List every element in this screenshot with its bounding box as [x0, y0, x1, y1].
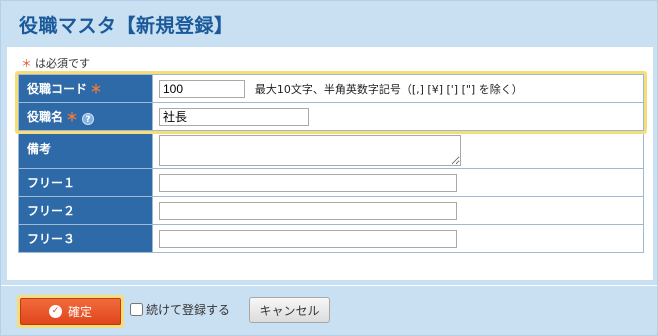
free1-label: フリー１ — [18, 168, 153, 197]
free1-input[interactable] — [159, 173, 457, 192]
code-label: 役職コード＊ — [18, 74, 153, 103]
name-label: 役職名＊? — [18, 102, 153, 131]
row-code: 役職コード＊ 最大10文字、半角英数字記号（[,] [¥] ['] ["] を除… — [18, 74, 644, 103]
form-area: ＊は必須です 役職コード＊ 最大10文字、半角英数字記号（[,] [¥] [']… — [7, 47, 653, 280]
confirm-label: 確定 — [67, 305, 92, 319]
confirm-button[interactable]: ✓ 確定 — [20, 298, 121, 325]
code-input[interactable] — [159, 79, 245, 98]
continue-label: 続けて登録する — [146, 303, 231, 317]
row-free3: フリー３ — [18, 224, 644, 253]
question-icon[interactable]: ? — [82, 113, 95, 125]
free1-cell — [152, 168, 644, 197]
name-cell — [152, 102, 644, 131]
free3-label: フリー３ — [18, 224, 153, 253]
required-mark: ＊ — [21, 57, 32, 70]
name-label-text: 役職名 — [27, 110, 64, 124]
page-title: 役職マスタ【新規登録】 — [19, 15, 234, 37]
check-circle-icon: ✓ — [48, 305, 62, 318]
required-note: ＊は必須です — [21, 55, 90, 71]
cancel-button[interactable]: キャンセル — [249, 297, 330, 323]
name-input[interactable] — [159, 107, 309, 126]
remarks-textarea[interactable] — [159, 134, 461, 166]
free2-cell — [152, 196, 644, 225]
form-table: 役職コード＊ 最大10文字、半角英数字記号（[,] [¥] ['] ["] を除… — [18, 74, 644, 253]
code-hint: 最大10文字、半角英数字記号（[,] [¥] ['] ["] を除く） — [254, 82, 523, 96]
required-note-text: は必須です — [35, 57, 90, 70]
continue-checkbox-label[interactable]: 続けて登録する — [130, 301, 230, 318]
free3-cell — [152, 224, 644, 253]
free2-label: フリー２ — [18, 196, 153, 225]
remarks-cell — [152, 130, 644, 169]
required-mark: ＊ — [66, 110, 79, 124]
remarks-label: 備考 — [18, 130, 153, 169]
continue-checkbox[interactable] — [130, 303, 143, 316]
row-free1: フリー１ — [18, 168, 644, 197]
code-cell: 最大10文字、半角英数字記号（[,] [¥] ['] ["] を除く） — [152, 74, 644, 103]
code-label-text: 役職コード — [27, 82, 88, 96]
free2-input[interactable] — [159, 201, 457, 220]
free3-input[interactable] — [159, 229, 457, 248]
cancel-label: キャンセル — [259, 303, 320, 318]
page-panel: 役職マスタ【新規登録】 ＊は必須です 役職コード＊ 最大10文字、半角英数字記号… — [0, 0, 658, 336]
row-free2: フリー２ — [18, 196, 644, 225]
confirm-button-highlight: ✓ 確定 — [17, 295, 124, 328]
row-name: 役職名＊? — [18, 102, 644, 131]
footer-divider — [1, 285, 657, 286]
row-remarks: 備考 — [18, 130, 644, 169]
required-mark: ＊ — [90, 82, 103, 96]
